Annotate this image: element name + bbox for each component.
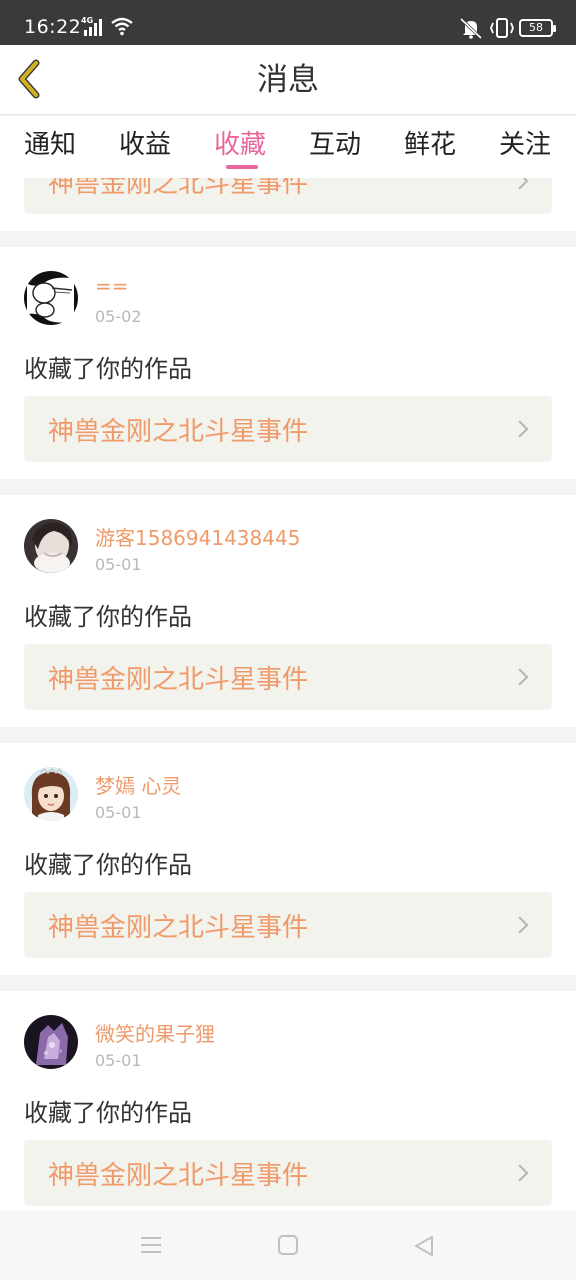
avatar[interactable] [24, 1015, 78, 1069]
tab-earnings[interactable]: 收益 [119, 124, 171, 161]
wifi-icon [111, 17, 133, 36]
tab-following[interactable]: 关注 [499, 124, 551, 161]
message-text: 收藏了你的作品 [24, 603, 192, 631]
work-title: 神兽金刚之北斗星事件 [48, 1161, 309, 1191]
battery-indicator: 58 [519, 19, 556, 37]
work-title: 神兽金刚之北斗星事件 [48, 178, 309, 199]
status-bar: 16:22 4G 58 [0, 0, 576, 45]
chevron-right-icon [518, 1164, 529, 1182]
username[interactable]: 游客1586941438445 [95, 522, 300, 551]
work-link[interactable]: 神兽金刚之北斗星事件 [24, 644, 552, 710]
work-link[interactable]: 神兽金刚之北斗星事件 [24, 1140, 552, 1206]
avatar[interactable] [24, 271, 78, 325]
vibrate-icon [490, 18, 514, 38]
message-text: 收藏了你的作品 [24, 851, 192, 879]
message-date: 05-01 [95, 1051, 142, 1070]
avatar[interactable] [24, 767, 78, 821]
message-text: 收藏了你的作品 [24, 355, 192, 383]
page-title: 消息 [257, 62, 319, 98]
message-date: 05-01 [95, 803, 142, 822]
work-link[interactable]: 神兽金刚之北斗星事件 [24, 396, 552, 462]
username[interactable]: 微笑的果子狸 [95, 1018, 215, 1047]
message-date: 05-01 [95, 555, 142, 574]
system-navigation-bar [0, 1210, 576, 1280]
work-title: 神兽金刚之北斗星事件 [48, 417, 309, 447]
message-card: == 05-02 收藏了你的作品 神兽金刚之北斗星事件 [0, 247, 576, 479]
message-card: 梦嫣 心灵 05-01 收藏了你的作品 神兽金刚之北斗星事件 [0, 743, 576, 975]
home-icon[interactable] [278, 1235, 298, 1255]
tab-flowers[interactable]: 鲜花 [404, 124, 456, 161]
work-title: 神兽金刚之北斗星事件 [48, 665, 309, 695]
active-tab-indicator [226, 165, 258, 169]
work-link[interactable]: 神兽金刚之北斗星事件 [24, 892, 552, 958]
message-card-partial: 神兽金刚之北斗星事件 [0, 178, 576, 231]
message-text: 收藏了你的作品 [24, 1099, 192, 1127]
mute-bell-icon [459, 17, 483, 39]
status-time: 16:22 [24, 16, 82, 38]
tab-bar: 通知 收益 收藏 互动 鲜花 关注 [0, 116, 576, 178]
chevron-right-icon [518, 668, 529, 686]
tab-favorites[interactable]: 收藏 [214, 124, 266, 161]
chevron-right-icon [518, 916, 529, 934]
signal-icon [84, 19, 102, 36]
tab-interactions[interactable]: 互动 [309, 124, 361, 161]
message-card: 游客1586941438445 05-01 收藏了你的作品 神兽金刚之北斗星事件 [0, 495, 576, 727]
work-link[interactable]: 神兽金刚之北斗星事件 [24, 178, 552, 214]
avatar[interactable] [24, 519, 78, 573]
chevron-right-icon [518, 420, 529, 438]
tab-notifications[interactable]: 通知 [24, 124, 76, 161]
chevron-right-icon [518, 178, 529, 190]
menu-icon[interactable] [138, 1235, 164, 1255]
message-card: 微笑的果子狸 05-01 收藏了你的作品 神兽金刚之北斗星事件 [0, 991, 576, 1210]
work-title: 神兽金刚之北斗星事件 [48, 913, 309, 943]
username[interactable]: 梦嫣 心灵 [95, 770, 181, 799]
message-date: 05-02 [95, 307, 142, 326]
header-bar: 消息 [0, 45, 576, 115]
username[interactable]: == [95, 274, 129, 298]
back-triangle-icon[interactable] [412, 1234, 436, 1258]
message-list[interactable]: 神兽金刚之北斗星事件 == 05-02 收藏了你的作品 神兽金刚之北斗星事件 游… [0, 178, 576, 1210]
